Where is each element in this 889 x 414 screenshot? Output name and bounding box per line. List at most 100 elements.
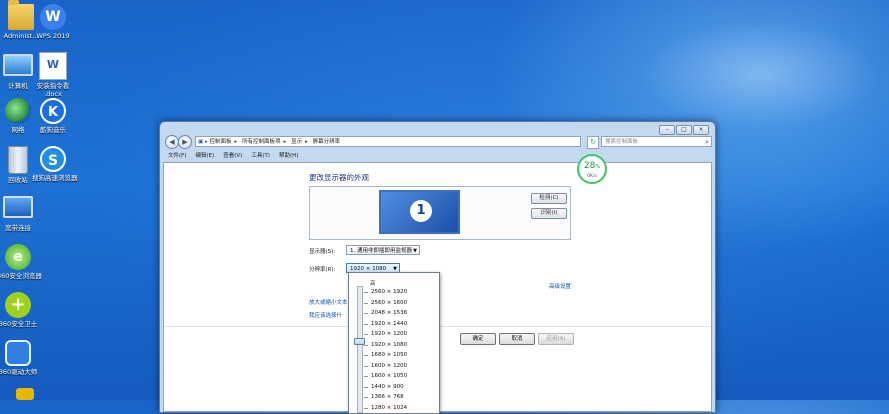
network-icon [5, 98, 31, 124]
desktop-icon-broadband[interactable]: 宽带连接 [0, 196, 39, 232]
forward-button[interactable]: ▶ [178, 135, 192, 149]
slider-tick [364, 386, 368, 388]
resolution-slider-track[interactable] [357, 286, 363, 413]
desktop-icon-360-browser[interactable]: e 360安全浏览器 [0, 244, 42, 280]
display-preview: 1 检测(C) 识别(I) [309, 186, 571, 240]
kugou-icon: K [40, 98, 66, 124]
desktop-icon-360-safe[interactable]: + 360安全卫士 [0, 292, 39, 328]
resolution-option[interactable]: 1440 × 900 [371, 384, 404, 390]
resolution-popup: 高 2560 × 1920 2560 × 1600 2048 × 1536 19… [348, 272, 440, 414]
display-dropdown[interactable]: 1. 通用非即插即用监视器 ▼ [346, 245, 420, 255]
identify-button[interactable]: 识别(I) [531, 208, 567, 219]
desktop-icon-kugou[interactable]: K 酷狗音乐 [32, 98, 74, 134]
desktop-icon-label: 360安全浏览器 [0, 272, 42, 280]
slider-tick [364, 355, 368, 356]
desktop-icon-label: 酷狗音乐 [40, 126, 66, 134]
refresh-icon[interactable]: ↻ [587, 136, 599, 149]
ok-button[interactable]: 确定 [460, 333, 496, 345]
menu-tools[interactable]: 工具(T) [251, 152, 270, 161]
desktop-icon-label: WPS 2019 [36, 32, 70, 40]
search-icon: ⌕ [705, 138, 709, 146]
resolution-option[interactable]: 1920 × 1080 [371, 342, 407, 348]
slider-tick [364, 334, 368, 335]
wps-icon: W [40, 4, 66, 30]
word-document-icon: W [39, 52, 67, 80]
breadcrumb-separator-icon: ▸ [283, 139, 287, 145]
360-safe-icon: + [5, 292, 31, 318]
recycle-bin-icon [8, 146, 28, 174]
detect-button[interactable]: 检测(C) [531, 193, 567, 204]
resolution-option[interactable]: 1366 × 768 [371, 394, 404, 400]
resolution-option[interactable]: 1280 × 1024 [371, 405, 407, 411]
desktop-icon-label: 360安全卫士 [0, 320, 38, 328]
slider-tick [364, 344, 368, 346]
360-browser-icon: e [5, 244, 31, 270]
desktop-icon-partial[interactable] [4, 388, 46, 400]
menu-file[interactable]: 文件(F) [168, 152, 186, 161]
monitor-thumbnail[interactable]: 1 [379, 190, 460, 234]
display-value: 1. 通用非即插即用监视器 [350, 248, 412, 254]
meter-speed: 0K/s [587, 174, 597, 179]
text-size-link[interactable]: 放大或缩小文本 [309, 298, 348, 306]
app-icon [16, 388, 34, 400]
breadcrumb-item[interactable]: 屏幕分辨率 [313, 139, 341, 145]
cancel-button[interactable]: 取消 [499, 333, 535, 345]
control-panel-icon: ▣ ▸ [198, 139, 210, 145]
menu-edit[interactable]: 编辑(E) [195, 152, 214, 161]
desktop-icon-label: 360驱动大师 [0, 368, 38, 376]
breadcrumb-item[interactable]: 控制面板 [209, 139, 231, 145]
resolution-label: 分辨率(R): [309, 267, 336, 273]
360-driver-icon [5, 340, 31, 366]
resolution-option[interactable]: 1920 × 1200 [371, 331, 407, 337]
desktop-icon-wps[interactable]: W WPS 2019 [32, 4, 74, 40]
monitor-number: 1 [410, 200, 432, 222]
page-title: 更改显示器的外观 [309, 173, 369, 182]
slider-tick [364, 376, 368, 377]
slider-tick [364, 323, 368, 325]
address-bar[interactable]: ▣ ▸ 控制面板 ▸ 所有控制面板项 ▸ 显示 ▸ 屏幕分辨率 [195, 136, 581, 147]
resolution-option[interactable]: 1920 × 1440 [371, 321, 407, 327]
search-input[interactable]: 搜索控制面板 ⌕ [601, 136, 712, 147]
slider-tick [364, 365, 368, 367]
resolution-option[interactable]: 2048 × 1536 [371, 310, 407, 316]
back-button[interactable]: ◀ [165, 135, 179, 149]
slider-tick [364, 302, 368, 304]
slider-tick [364, 292, 368, 293]
resolution-option[interactable]: 1600 × 1050 [371, 373, 407, 379]
chevron-down-icon: ▼ [413, 248, 417, 254]
network-speed-meter[interactable]: 28% 0K/s [577, 154, 607, 184]
breadcrumb-separator-icon: ▸ [305, 139, 308, 145]
maximize-button[interactable]: □ [676, 125, 692, 135]
desktop-icon-360-driver[interactable]: 360驱动大师 [0, 340, 39, 376]
resolution-option[interactable]: 2560 × 1600 [371, 300, 407, 306]
slider-tick [364, 397, 368, 398]
desktop-icon-docx[interactable]: W 安装指令看 .docx [32, 52, 74, 98]
breadcrumb-item[interactable]: 所有控制面板项 [242, 139, 281, 145]
navigation-bar: ◀ ▶ ▣ ▸ 控制面板 ▸ 所有控制面板项 ▸ 显示 ▸ 屏幕分辨率 ↻ 搜索控制面… [163, 135, 712, 150]
search-placeholder: 搜索控制面板 [605, 139, 639, 145]
breadcrumb-item[interactable]: 显示 [291, 139, 302, 145]
apply-button[interactable]: 应用(A) [538, 333, 574, 345]
desktop-icon-sogou-browser[interactable]: S 搜狗高速浏览器 [32, 146, 78, 182]
close-button[interactable]: × [693, 125, 709, 135]
high-label: 高 [370, 281, 376, 287]
sogou-browser-icon: S [40, 146, 66, 172]
meter-percent-value: 28 [583, 161, 596, 171]
menu-view[interactable]: 查看(V) [223, 152, 242, 161]
menu-bar: 文件(F) 编辑(E) 查看(V) 工具(T) 帮助(H) [163, 152, 712, 161]
slider-tick [364, 407, 368, 409]
minimize-button[interactable]: – [659, 125, 675, 135]
resolution-option[interactable]: 1600 × 1200 [371, 363, 407, 369]
folder-icon [8, 0, 34, 30]
display-label: 显示器(S): [309, 249, 336, 255]
menu-help[interactable]: 帮助(H) [279, 152, 298, 161]
broadband-connection-icon [3, 196, 33, 218]
resolution-option[interactable]: 2560 × 1920 [371, 289, 407, 295]
help-choose-link[interactable]: 我应该选择什 [309, 311, 342, 319]
window-controls: – □ × [659, 125, 709, 135]
meter-percent-sign: % [595, 164, 601, 170]
desktop-icon-label: 搜狗高速浏览器 [32, 174, 78, 182]
resolution-option[interactable]: 1680 × 1050 [371, 352, 407, 358]
advanced-settings-link[interactable]: 高级设置 [549, 282, 571, 290]
wallpaper-flare [640, 20, 880, 130]
